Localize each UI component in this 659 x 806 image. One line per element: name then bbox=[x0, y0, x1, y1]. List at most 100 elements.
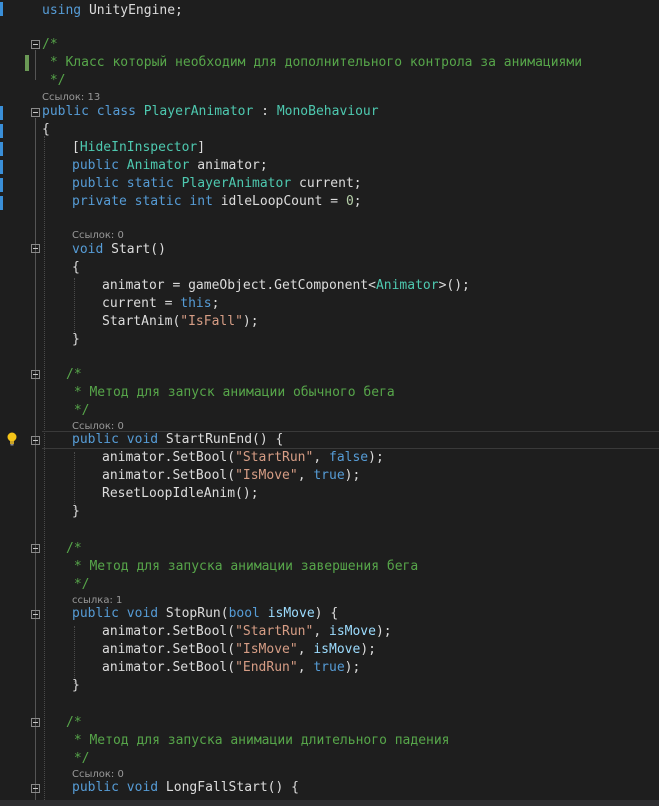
base-class: MonoBehaviour bbox=[276, 104, 379, 119]
brace: } bbox=[72, 678, 80, 693]
type: Animator bbox=[126, 158, 190, 173]
punctuation: ] bbox=[197, 140, 206, 155]
code-line: */ bbox=[0, 576, 659, 594]
code-line: animator.SetBool("IsMove", isMove); bbox=[0, 641, 659, 659]
comment: * Класс который необходим для дополнител… bbox=[42, 55, 583, 70]
code-line: { bbox=[0, 121, 659, 139]
code-line: public void StartRunEnd() { bbox=[0, 431, 659, 449]
code-line: } bbox=[0, 331, 659, 349]
keyword: this bbox=[180, 296, 212, 311]
code-text: ); bbox=[344, 468, 361, 483]
keyword: static bbox=[134, 194, 182, 209]
string: "StartRun" bbox=[235, 450, 314, 465]
brace: } bbox=[72, 504, 80, 519]
string: "StartRun" bbox=[235, 624, 314, 639]
code-line: */ bbox=[0, 750, 659, 768]
class-name: PlayerAnimator bbox=[143, 104, 254, 119]
comment: /* bbox=[42, 37, 58, 52]
code-line: [HideInInspector] bbox=[0, 139, 659, 157]
string: "EndRun" bbox=[235, 660, 298, 675]
keyword: void bbox=[126, 780, 159, 795]
comment: * Метод для запуска анимации завершения … bbox=[66, 559, 419, 574]
identifier: animator; bbox=[189, 158, 268, 173]
keyword: public bbox=[72, 432, 119, 447]
punctuation: : bbox=[253, 104, 277, 119]
type: PlayerAnimator bbox=[181, 176, 292, 191]
code-line: animator.SetBool("StartRun", false); bbox=[0, 449, 659, 467]
keyword: false bbox=[329, 450, 369, 465]
code-line: using UnityEngine; bbox=[0, 2, 659, 20]
brace: { bbox=[72, 260, 80, 275]
namespace: UnityEngine; bbox=[88, 3, 183, 18]
keyword: public bbox=[72, 176, 119, 191]
code-text: ); bbox=[360, 642, 376, 657]
code-text: current = bbox=[102, 296, 181, 311]
keyword: class bbox=[96, 104, 136, 119]
code-line: * Класс который необходим для дополнител… bbox=[0, 54, 659, 72]
code-line: * Метод для запуск анимации обычного бег… bbox=[0, 384, 659, 402]
comment: /* bbox=[66, 541, 82, 556]
code-text: , bbox=[313, 624, 329, 639]
method-name: LongFallStart() { bbox=[158, 780, 299, 795]
punctuation: [ bbox=[72, 140, 80, 155]
keyword: public bbox=[72, 158, 119, 173]
keyword: private bbox=[72, 194, 127, 209]
parameter: isMove bbox=[313, 642, 361, 657]
code-line: public void StopRun(bool isMove) { bbox=[0, 605, 659, 623]
code-line: void Start() bbox=[0, 241, 659, 259]
code-line: animator.SetBool("EndRun", true); bbox=[0, 659, 659, 677]
comment: * Метод для запуск анимации обычного бег… bbox=[66, 385, 395, 400]
string: "IsFall" bbox=[180, 314, 243, 329]
comment: */ bbox=[66, 577, 90, 592]
keyword: static bbox=[126, 176, 174, 191]
code-line: ResetLoopIdleAnim(); bbox=[0, 485, 659, 503]
status-bar bbox=[0, 800, 659, 806]
code-line: } bbox=[0, 503, 659, 521]
keyword: true bbox=[313, 660, 345, 675]
code-text: animator.SetBool( bbox=[102, 642, 236, 657]
comment: */ bbox=[66, 751, 90, 766]
code-line: * Метод для запуска анимации завершения … bbox=[0, 558, 659, 576]
brace: { bbox=[42, 122, 50, 137]
code-text: StartAnim( bbox=[102, 314, 181, 329]
comment: /* bbox=[66, 715, 82, 730]
keyword: void bbox=[72, 242, 104, 257]
type: Animator bbox=[375, 278, 439, 293]
code-text: animator.SetBool( bbox=[102, 660, 236, 675]
identifier: current; bbox=[291, 176, 362, 191]
code-text: ); bbox=[375, 624, 392, 639]
code-text: animator = gameObject.GetComponent< bbox=[102, 278, 376, 293]
comment: */ bbox=[42, 73, 66, 88]
code-line: private static int idleLoopCount = 0; bbox=[0, 193, 659, 211]
parameter: isMove bbox=[259, 606, 315, 621]
keyword: void bbox=[126, 432, 159, 447]
code-editor[interactable]: using UnityEngine; /* * Класс который не… bbox=[0, 0, 659, 806]
code-text: ; bbox=[211, 296, 220, 311]
method-name: StartRunEnd() { bbox=[158, 432, 284, 447]
code-line: StartAnim("IsFall"); bbox=[0, 313, 659, 331]
code-line: public Animator animator; bbox=[0, 157, 659, 175]
keyword: void bbox=[126, 606, 159, 621]
code-line: animator.SetBool("IsMove", true); bbox=[0, 467, 659, 485]
code-line: * Метод для запуска анимации длительного… bbox=[0, 732, 659, 750]
code-line: public static PlayerAnimator current; bbox=[0, 175, 659, 193]
string: "IsMove" bbox=[235, 642, 298, 657]
code-text: ) { bbox=[314, 606, 339, 621]
code-line: */ bbox=[0, 402, 659, 420]
keyword: public bbox=[72, 606, 119, 621]
brace: } bbox=[72, 332, 80, 347]
number: 0 bbox=[345, 194, 354, 209]
identifier: idleLoopCount = bbox=[212, 194, 346, 209]
keyword: using bbox=[42, 3, 82, 18]
parameter: isMove bbox=[329, 624, 376, 639]
method-name: StopRun( bbox=[158, 606, 229, 621]
string: "IsMove" bbox=[235, 468, 298, 483]
code-text: animator.SetBool( bbox=[102, 468, 236, 483]
code-text: >(); bbox=[438, 278, 470, 293]
comment: */ bbox=[66, 403, 90, 418]
comment: /* bbox=[66, 367, 82, 382]
code-text: ); bbox=[368, 450, 384, 465]
code-text: , bbox=[297, 642, 314, 657]
punctuation: ; bbox=[353, 194, 362, 209]
code-line: /* bbox=[0, 540, 659, 558]
